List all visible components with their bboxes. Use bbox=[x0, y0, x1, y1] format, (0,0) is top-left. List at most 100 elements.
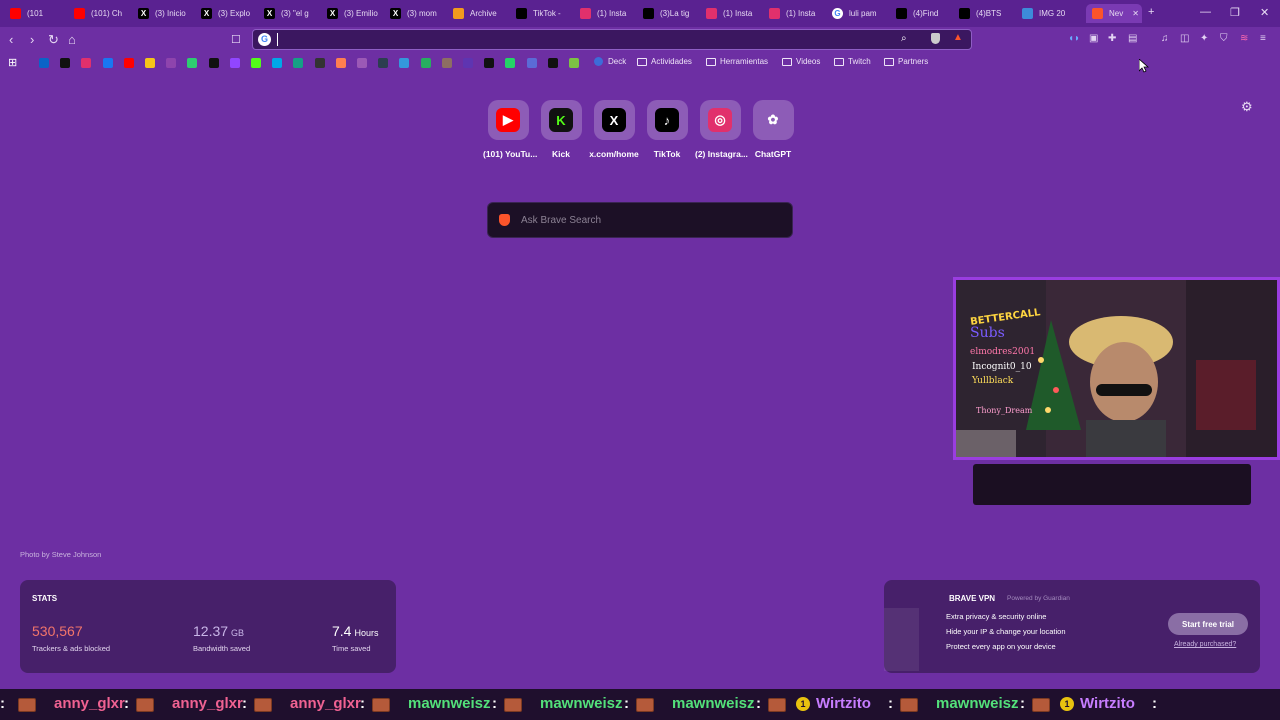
profile-icon[interactable]: ≋ bbox=[1240, 33, 1248, 44]
top-site-tile[interactable]: ▶ bbox=[487, 100, 529, 140]
extensions-puzzle-icon[interactable]: ✚ bbox=[1108, 33, 1116, 44]
tab-17[interactable]: Nev ✕ bbox=[1086, 4, 1142, 23]
twitch-icon[interactable] bbox=[229, 58, 240, 68]
outlook-icon[interactable] bbox=[39, 58, 49, 68]
top-site-3[interactable]: ♪ TikTok bbox=[642, 100, 692, 159]
close-tab-icon[interactable]: ✕ bbox=[1132, 9, 1139, 18]
brave-rewards-icon[interactable]: ▲ bbox=[953, 32, 963, 43]
bookmark-deck[interactable]: Deck bbox=[594, 57, 626, 66]
bookmark-folder-actividades[interactable]: Actividades bbox=[637, 57, 692, 66]
new-tab-button[interactable]: + bbox=[1148, 6, 1154, 18]
top-site-tile[interactable]: ✿ bbox=[752, 100, 794, 140]
top-site-4[interactable]: ◎ (2) Instagra... bbox=[695, 100, 748, 159]
leo-icon[interactable]: ◖◗ bbox=[1068, 33, 1080, 44]
tab-13[interactable]: Gluli pam bbox=[832, 4, 890, 23]
address-input[interactable] bbox=[280, 31, 880, 48]
bookmark-icon[interactable] bbox=[293, 58, 304, 68]
bookmark-icon[interactable] bbox=[378, 58, 389, 68]
reload-icon[interactable]: ↻ bbox=[48, 32, 59, 48]
tab-15[interactable]: (4)BTS bbox=[959, 4, 1017, 23]
youtube-icon[interactable] bbox=[123, 58, 134, 68]
whatsapp-icon[interactable] bbox=[505, 58, 516, 68]
bookmark-icon[interactable] bbox=[145, 58, 155, 68]
tab-14[interactable]: (4)Find bbox=[896, 4, 954, 23]
bookmark-folder-label: Actividades bbox=[651, 57, 692, 66]
bookmark-icon[interactable] bbox=[166, 58, 177, 68]
bookmark-icon[interactable] bbox=[484, 58, 495, 68]
tab-1[interactable]: (101) Ch bbox=[74, 4, 132, 23]
zoom-icon[interactable]: ⌕ bbox=[901, 33, 907, 44]
photo-credit[interactable]: Photo by Steve Johnson bbox=[20, 550, 101, 559]
bookmark-icon[interactable] bbox=[335, 58, 346, 68]
ticker-separator: : bbox=[756, 695, 761, 712]
top-site-tile[interactable]: ♪ bbox=[646, 100, 688, 140]
bookmark-icon[interactable]: ☐ bbox=[231, 33, 241, 46]
bookmark-folder-partners[interactable]: Partners bbox=[884, 57, 928, 66]
bookmark-icon[interactable] bbox=[272, 58, 283, 68]
kick-icon[interactable] bbox=[251, 58, 261, 68]
top-site-tile[interactable]: K bbox=[540, 100, 582, 140]
tab-3[interactable]: X (3) Explo bbox=[201, 4, 259, 23]
tab-0[interactable]: (101 bbox=[10, 4, 68, 23]
board-line-0: Subs bbox=[970, 325, 1005, 341]
tab-2[interactable]: X (3) Inicio bbox=[138, 4, 196, 23]
facebook-icon[interactable] bbox=[102, 58, 113, 68]
brave-search-box[interactable] bbox=[487, 202, 793, 238]
bookmark-icon[interactable] bbox=[314, 58, 325, 68]
bookmark-icon[interactable] bbox=[187, 58, 198, 68]
top-site-1[interactable]: K Kick bbox=[536, 100, 586, 159]
top-site-5[interactable]: ✿ ChatGPT bbox=[748, 100, 798, 159]
bookmark-folder-herramientas[interactable]: Herramientas bbox=[706, 57, 768, 66]
address-bar[interactable]: G ⌕ ▲ bbox=[252, 29, 972, 50]
tab-5[interactable]: X (3) Emilio bbox=[327, 4, 385, 23]
brave-shields-icon[interactable] bbox=[931, 33, 940, 44]
tab-10[interactable]: (3)La tig bbox=[643, 4, 701, 23]
tab-6[interactable]: X (3) mom bbox=[390, 4, 448, 23]
close-window-button[interactable]: ✕ bbox=[1260, 6, 1269, 19]
tab-11[interactable]: (1) Insta bbox=[706, 4, 764, 23]
bookmark-icon[interactable] bbox=[399, 58, 410, 68]
instagram-icon[interactable] bbox=[81, 58, 92, 68]
bookmark-icon[interactable] bbox=[547, 58, 558, 68]
top-site-tile[interactable]: X bbox=[593, 100, 635, 140]
chat-emote-icon bbox=[636, 698, 654, 712]
sidebar-icon[interactable]: ▤ bbox=[1128, 33, 1137, 44]
bookmark-icon[interactable] bbox=[357, 58, 367, 68]
maximize-button[interactable]: ❐ bbox=[1230, 6, 1240, 19]
home-icon[interactable]: ⌂ bbox=[68, 32, 76, 47]
apps-grid-icon[interactable]: ⊞ bbox=[8, 56, 17, 69]
back-button[interactable]: ‹ bbox=[9, 32, 13, 47]
bookmark-folder-videos[interactable]: Videos bbox=[782, 57, 820, 66]
top-site-tile[interactable]: ◎ bbox=[699, 100, 741, 140]
music-icon[interactable]: ♫ bbox=[1161, 33, 1169, 44]
start-free-trial-button[interactable]: Start free trial bbox=[1168, 613, 1248, 635]
bookmark-icon[interactable] bbox=[420, 58, 431, 68]
tab-9[interactable]: (1) Insta bbox=[580, 4, 638, 23]
tab-7[interactable]: Archive bbox=[453, 4, 511, 23]
settings-gear-icon[interactable]: ⚙ bbox=[1241, 99, 1253, 115]
wallet-icon[interactable]: ◫ bbox=[1180, 33, 1189, 44]
top-site-2[interactable]: Xx.com/home bbox=[589, 100, 639, 159]
tab-12[interactable]: (1) Insta bbox=[769, 4, 827, 23]
search-input[interactable] bbox=[521, 212, 771, 228]
forward-button[interactable]: › bbox=[30, 32, 34, 47]
chat-emote-icon bbox=[18, 698, 36, 712]
bookmark-folder-twitch[interactable]: Twitch bbox=[834, 57, 871, 66]
extension-icon[interactable]: ▣ bbox=[1089, 33, 1098, 44]
vpn-shield-graphic bbox=[884, 608, 919, 671]
ai-sparkle-icon[interactable]: ✦ bbox=[1200, 33, 1208, 44]
bookmark-icon[interactable] bbox=[526, 58, 537, 68]
tab-4[interactable]: X (3) "el g bbox=[264, 4, 322, 23]
top-site-0[interactable]: ▶ (101) YouTu... bbox=[483, 100, 537, 159]
tab-8[interactable]: TikTok - bbox=[516, 4, 574, 23]
vpn-icon[interactable]: ⛉ bbox=[1220, 33, 1228, 44]
menu-icon[interactable]: ≡ bbox=[1260, 33, 1266, 44]
tiktok-icon[interactable] bbox=[60, 58, 71, 68]
x-icon[interactable] bbox=[208, 58, 219, 68]
bookmark-icon[interactable] bbox=[569, 58, 579, 68]
bookmark-icon[interactable] bbox=[463, 58, 473, 68]
minimize-button[interactable]: — bbox=[1200, 6, 1211, 18]
already-purchased-link[interactable]: Already purchased? bbox=[1174, 641, 1236, 648]
bookmark-icon[interactable] bbox=[441, 58, 452, 68]
tab-16[interactable]: IMG 20 bbox=[1022, 4, 1080, 23]
